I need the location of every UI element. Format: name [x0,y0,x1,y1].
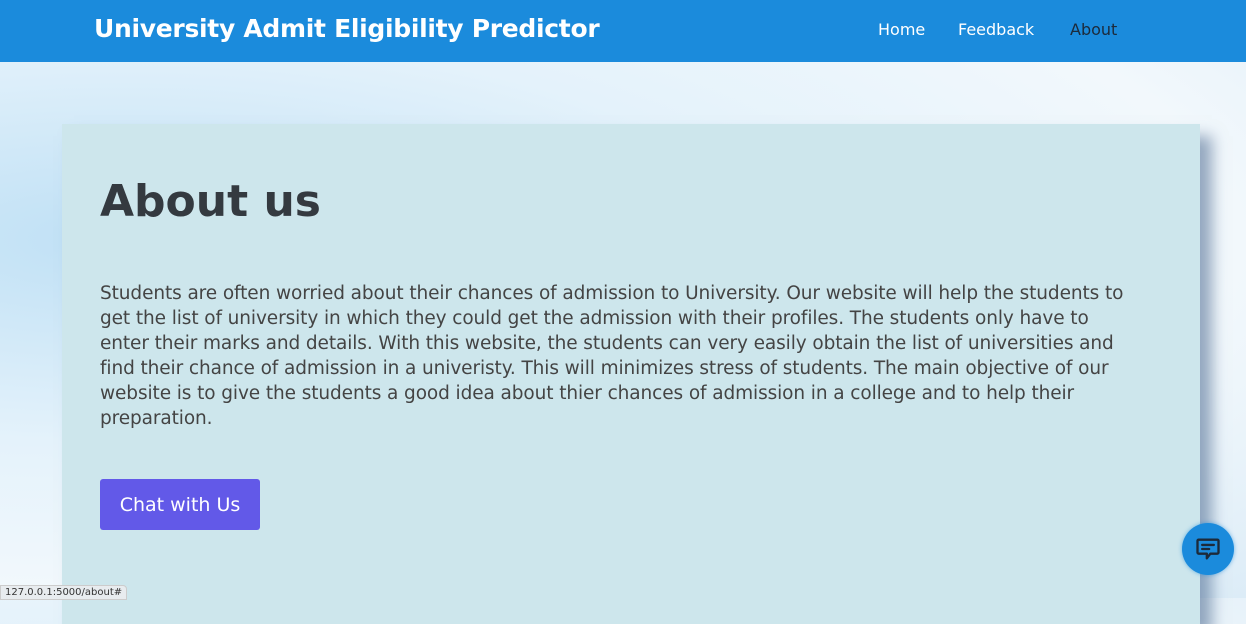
nav-home[interactable]: Home [878,20,925,39]
nav-about[interactable]: About [1070,20,1117,39]
about-description: Students are often worried about their c… [100,283,1124,429]
chat-with-us-button[interactable]: Chat with Us [100,479,260,530]
about-card: About us Students are often worried abou… [62,124,1200,624]
brand-title[interactable]: University Admit Eligibility Predictor [94,14,600,43]
page-title: About us [100,176,321,227]
chat-icon [1196,538,1220,560]
chat-widget-button[interactable] [1182,523,1234,575]
navbar: University Admit Eligibility Predictor H… [0,0,1246,62]
nav-feedback[interactable]: Feedback [958,20,1034,39]
